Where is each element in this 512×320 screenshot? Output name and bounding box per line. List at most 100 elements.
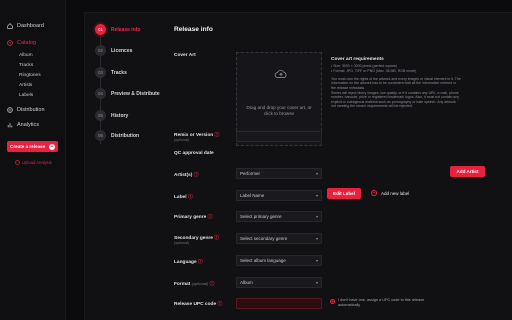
nav-dashboard[interactable]: Dashboard	[7, 23, 44, 29]
upload-analysis-label: Upload Analysis	[22, 160, 52, 165]
nav-label: Distribution	[17, 107, 45, 113]
nav-label: Analytics	[17, 122, 40, 128]
requirements-title: Cover art requirements	[331, 57, 384, 62]
chevron-down-icon: ▾	[315, 214, 318, 219]
auto-upc-option[interactable]: I don't have one, assign a UPC code to t…	[330, 298, 440, 307]
primary-genre-label-text: Primary genre	[174, 215, 207, 220]
home-icon	[7, 23, 13, 29]
language-label: Language ⓘ	[174, 258, 203, 265]
info-icon: ⓘ	[187, 195, 193, 200]
info-icon: ⓘ	[209, 282, 215, 287]
radio-button[interactable]	[330, 299, 335, 304]
step-label: Tracks	[111, 69, 127, 76]
auto-upc-text: I don't have one, assign a UPC code to t…	[338, 298, 425, 307]
qc-date-label: QC approval date	[174, 151, 214, 156]
step-number: 03	[95, 67, 106, 78]
format-select[interactable]: Album ▾	[236, 277, 322, 288]
label-field-label: Label ⓘ	[174, 193, 193, 200]
add-artist-button[interactable]: Add Artist	[450, 166, 485, 177]
requirements-list: Size: 3000 × 3000 pixels (perfect square…	[331, 64, 461, 110]
language-select[interactable]: Select album language ▾	[236, 255, 322, 266]
requirement-item: Size: 3000 × 3000 pixels (perfect square…	[331, 64, 461, 68]
artist-label-text: Artist(s)	[174, 173, 193, 178]
step-number: 01	[95, 24, 106, 35]
step-preview-distribute[interactable]: 04 Preview & Distribute	[95, 88, 160, 99]
chevron-down-icon: ▾	[315, 193, 318, 198]
info-icon: ⓘ	[217, 302, 223, 307]
info-icon: ⓘ	[198, 260, 203, 265]
music-icon	[7, 40, 13, 46]
requirement-paragraph: You must own the rights of the artwork a…	[331, 76, 461, 90]
secondary-genre-label: Secondary genre ⓘ	[174, 234, 219, 241]
artist-select-value: Performer	[240, 171, 261, 176]
cloud-upload-icon	[274, 70, 287, 78]
plus-icon: +	[49, 143, 55, 150]
primary-genre-label: Primary genre ⓘ	[174, 213, 212, 220]
cover-art-label: Cover Art	[174, 53, 196, 58]
remix-hint: (optional)	[174, 138, 189, 142]
secondary-genre-value: Select secondary genre	[240, 236, 288, 241]
upload-analysis-link[interactable]: Upload Analysis	[15, 160, 52, 165]
chevron-down-icon: ▾	[315, 236, 318, 241]
page-title: Release info	[174, 26, 213, 33]
primary-genre-select[interactable]: Select primary genre ▾	[236, 211, 322, 222]
step-release-info[interactable]: 01 Release info	[95, 24, 140, 35]
info-icon: ⓘ	[214, 133, 220, 138]
chevron-down-icon: ▾	[315, 258, 318, 263]
format-label-text: Format	[174, 282, 191, 287]
step-number: 05	[95, 110, 106, 121]
edit-label-button[interactable]: Edit Label	[327, 188, 361, 199]
upc-input[interactable]	[236, 298, 322, 309]
secondary-genre-select[interactable]: Select secondary genre ▾	[236, 233, 322, 244]
artist-select[interactable]: Performer ▾	[236, 168, 322, 179]
step-number: 06	[95, 130, 106, 141]
language-value: Select album language	[240, 258, 286, 263]
label-select[interactable]: Label Name ▾	[236, 190, 322, 201]
upload-icon	[15, 160, 20, 165]
dropzone-text: Drag and drop your cover art, or click t…	[246, 105, 312, 116]
format-value: Album	[240, 280, 253, 285]
info-icon: ⓘ	[207, 215, 213, 220]
step-label: History	[111, 112, 129, 119]
language-label-text: Language	[174, 260, 197, 265]
label-select-value: Label Name	[240, 193, 265, 198]
step-number: 02	[95, 45, 106, 56]
nav-label: Catalog	[17, 40, 36, 46]
info-icon: ⓘ	[214, 236, 220, 241]
app-sidebar: Dashboard Catalog Album Tracks Ringtones…	[0, 0, 66, 320]
globe-icon	[7, 107, 13, 113]
nav-sub-ringtones[interactable]: Ringtones	[19, 73, 41, 78]
step-label: Distribution	[111, 132, 140, 139]
nav-distribution[interactable]: Distribution	[7, 107, 45, 113]
requirement-paragraph: Stores will reject blurry images, low qu…	[331, 91, 460, 109]
add-new-label-link[interactable]: + Add new label	[371, 190, 409, 196]
format-hint: (optional)	[191, 281, 209, 286]
step-tracks[interactable]: 03 Tracks	[95, 67, 127, 78]
nav-sub-artists[interactable]: Artists	[19, 83, 32, 88]
upc-label-text: Release UPC code	[174, 302, 217, 307]
create-release-label: Create a release	[10, 144, 46, 149]
artist-label: Artist(s) ⓘ	[174, 171, 199, 178]
info-icon: ⓘ	[193, 173, 199, 178]
step-number: 04	[95, 88, 106, 99]
nav-label: Dashboard	[17, 23, 44, 29]
chart-icon	[7, 123, 13, 128]
remix-input[interactable]	[236, 131, 322, 142]
nav-catalog[interactable]: Catalog	[7, 40, 36, 46]
nav-analytics[interactable]: Analytics	[7, 122, 39, 128]
nav-sub-labels[interactable]: Labels	[19, 93, 33, 98]
requirement-item: Format: JPG, TIFF or PNG (Max. 36 MB, RG…	[331, 69, 461, 73]
step-licences[interactable]: 02 Licences	[95, 45, 132, 56]
upc-label: Release UPC code ⓘ	[174, 300, 222, 307]
step-history[interactable]: 05 History	[95, 110, 128, 121]
chevron-down-icon: ▾	[315, 280, 318, 285]
nav-sub-tracks[interactable]: Tracks	[19, 63, 33, 68]
format-label: Format (optional) ⓘ	[174, 280, 214, 287]
remix-label: Remix or Version ⓘ	[174, 131, 219, 138]
step-label: Licences	[111, 47, 133, 54]
step-label: Preview & Distribute	[111, 90, 160, 97]
nav-sub-album[interactable]: Album	[19, 53, 33, 58]
step-distribution[interactable]: 06 Distribution	[95, 130, 139, 141]
create-release-button[interactable]: Create a release +	[7, 141, 58, 152]
plus-icon: +	[371, 190, 377, 196]
